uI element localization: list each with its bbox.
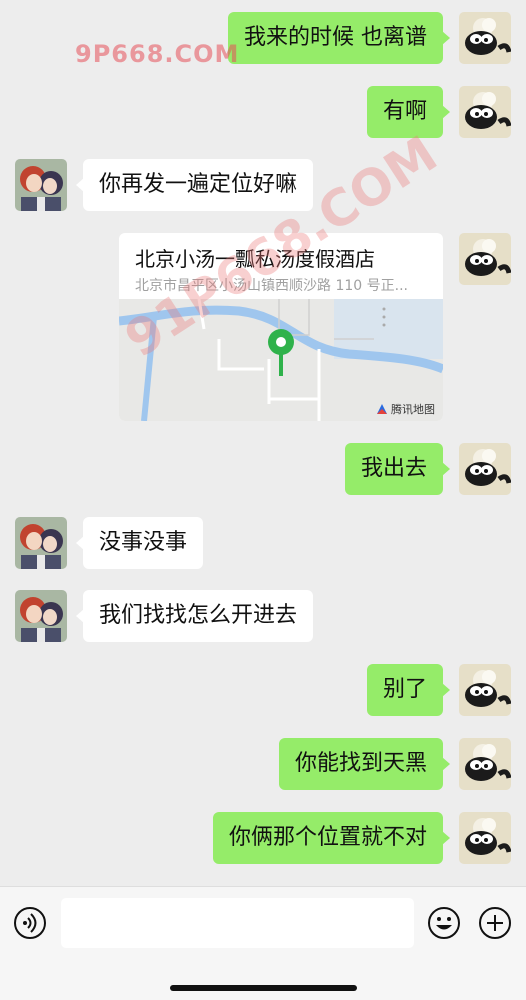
- watermark: 9P668.COM: [75, 40, 240, 68]
- anime-girls-avatar-icon: [15, 159, 67, 211]
- sheep-avatar-icon: [459, 12, 511, 64]
- message-bubble[interactable]: 我们找找怎么开进去: [75, 590, 314, 642]
- sheep-avatar-icon: [459, 233, 511, 285]
- home-indicator[interactable]: [170, 985, 357, 991]
- avatar-self[interactable]: [459, 233, 511, 285]
- message-bubble[interactable]: 没事没事: [75, 517, 204, 569]
- sheep-avatar-icon: [459, 86, 511, 138]
- sheep-avatar-icon: [459, 738, 511, 790]
- plus-button[interactable]: [478, 906, 512, 940]
- plus-icon: [479, 907, 511, 939]
- voice-icon: [14, 907, 46, 939]
- message-bubble[interactable]: 别了: [366, 664, 451, 716]
- sheep-avatar-icon: [459, 812, 511, 864]
- sheep-avatar-icon: [459, 443, 511, 495]
- input-bar: [0, 886, 526, 1000]
- avatar-self[interactable]: [459, 664, 511, 716]
- avatar-contact[interactable]: [15, 517, 67, 569]
- avatar-self[interactable]: [459, 812, 511, 864]
- avatar-self[interactable]: [459, 443, 511, 495]
- message-bubble[interactable]: 你再发一遍定位好嘛: [75, 159, 314, 211]
- map-brand-label: 腾讯地图: [391, 403, 435, 416]
- tencent-map-logo-icon: [377, 404, 387, 414]
- anime-girls-avatar-icon: [15, 590, 67, 642]
- message-bubble[interactable]: 你能找到天黑: [278, 738, 451, 790]
- chat-area[interactable]: 我来的时候 也离谱 有啊 你再发一遍定位好嘛 北京小汤一瓢私汤度假酒店 北京市昌…: [0, 0, 526, 886]
- avatar-self[interactable]: [459, 86, 511, 138]
- avatar-self[interactable]: [459, 12, 511, 64]
- message-bubble[interactable]: 我出去: [344, 443, 451, 495]
- message-bubble[interactable]: 我来的时候 也离谱: [228, 12, 450, 64]
- emoji-button[interactable]: [427, 906, 461, 940]
- voice-button[interactable]: [13, 906, 47, 940]
- avatar-self[interactable]: [459, 738, 511, 790]
- map-brand: 腾讯地图: [376, 401, 435, 417]
- message-input[interactable]: [61, 898, 414, 948]
- sheep-avatar-icon: [459, 664, 511, 716]
- message-bubble[interactable]: 你俩那个位置就不对: [212, 812, 451, 864]
- anime-girls-avatar-icon: [15, 517, 67, 569]
- avatar-contact[interactable]: [15, 159, 67, 211]
- emoji-icon: [428, 907, 460, 939]
- avatar-contact[interactable]: [15, 590, 67, 642]
